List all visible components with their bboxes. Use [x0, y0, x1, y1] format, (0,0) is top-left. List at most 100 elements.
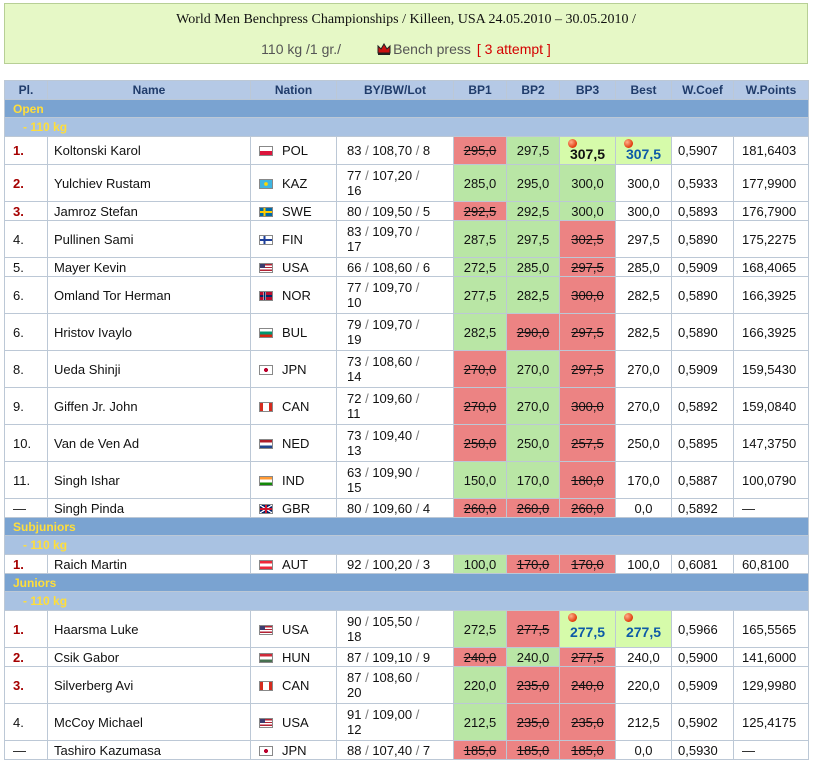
athlete-name[interactable]: Koltonski Karol — [47, 136, 251, 165]
by-bw-lot-cell: 63 / 109,90 / 15 — [336, 461, 454, 499]
nation-code: NOR — [282, 287, 311, 303]
bp2-value: 260,0 — [516, 500, 550, 516]
bp3-value: 185,0 — [571, 742, 604, 758]
results-table: Pl. Name Nation BY/BW/Lot BP1 BP2 BP3 Be… — [4, 80, 809, 760]
best-cell: 282,5 — [615, 276, 672, 314]
athlete-name[interactable]: Singh Ishar — [47, 461, 251, 499]
lot-number: 10 — [347, 295, 362, 310]
separator: / — [361, 465, 373, 480]
athlete-name[interactable]: Jamroz Stefan — [47, 201, 251, 221]
col-wpoints: W.Points — [733, 80, 809, 100]
bp2-value: 235,0 — [516, 714, 550, 730]
section-name: Juniors — [4, 573, 809, 592]
bp2-value: 290,0 — [516, 324, 550, 340]
separator: / — [412, 391, 423, 406]
nation-code: CAN — [282, 398, 310, 414]
nation-code: JPN — [282, 361, 307, 377]
best-cell: 297,5 — [615, 220, 672, 258]
athlete-name[interactable]: Tashiro Kazumasa — [47, 740, 251, 760]
body-weight: 109,60 — [372, 500, 413, 516]
separator: / — [361, 391, 373, 406]
wilks-points: 175,2275 — [733, 220, 809, 258]
athlete-name[interactable]: McCoy Michael — [47, 703, 251, 741]
bp3-value: 297,5 — [571, 259, 604, 275]
athlete-name[interactable]: Ueda Shinji — [47, 350, 251, 388]
wilks-points: 141,6000 — [733, 647, 809, 667]
body-weight: 109,00 — [372, 707, 413, 722]
event-info: 110 kg /1 gr./ Bench press [ 3 attempt ] — [5, 41, 807, 57]
weight-class-header: - 110 kg — [4, 591, 809, 611]
by-bw-lot-cell: 80 / 109,50 / 5 — [336, 201, 454, 221]
section-header: Subjuniors — [4, 517, 809, 536]
attempt-bp3: 235,0 — [559, 703, 616, 741]
athlete-name[interactable]: Mayer Kevin — [47, 257, 251, 277]
separator: / — [412, 259, 423, 275]
bp2-value: 235,0 — [516, 677, 550, 693]
best-cell: 300,0 — [615, 164, 672, 202]
by-bw-lot-cell: 92 / 100,20 / 3 — [336, 554, 454, 574]
athlete-name[interactable]: Raich Martin — [47, 554, 251, 574]
athlete-name[interactable]: Haarsma Luke — [47, 610, 251, 648]
athlete-name[interactable]: Yulchiev Rustam — [47, 164, 251, 202]
athlete-name[interactable]: Silverberg Avi — [47, 666, 251, 704]
wilks-coef: 0,5890 — [671, 313, 734, 351]
attempt-bp1: 212,5 — [453, 703, 507, 741]
wilks-points: 100,0790 — [733, 461, 809, 499]
attempt-bp1: 100,0 — [453, 554, 507, 574]
place-cell: 1. — [4, 610, 48, 648]
separator: / — [412, 500, 423, 516]
bp1-value: 270,0 — [463, 361, 497, 377]
wilks-points: — — [733, 498, 809, 518]
attempt-bp2: 240,0 — [506, 647, 560, 667]
section-name: Subjuniors — [4, 517, 809, 536]
flag-icon — [259, 262, 273, 273]
section-header: Open — [4, 99, 809, 118]
place: 3. — [13, 677, 24, 693]
wilks-points: 129,9980 — [733, 666, 809, 704]
best-value: 240,0 — [627, 649, 660, 665]
athlete-name[interactable]: Giffen Jr. John — [47, 387, 251, 425]
bp1-value: 260,0 — [463, 500, 497, 516]
nation-code: CAN — [282, 677, 310, 693]
place-cell: 3. — [4, 201, 48, 221]
section-header: Juniors — [4, 573, 809, 592]
table-row: — Singh Pinda GBR 80 / 109,60 / 4 260,0 260,0… — [4, 498, 809, 518]
wilks-points: 125,4175 — [733, 703, 809, 741]
wilks-coef: 0,5887 — [671, 461, 734, 499]
attempt-bp3: 240,0 — [559, 666, 616, 704]
athlete-name[interactable]: Csik Gabor — [47, 647, 251, 667]
wilks-coef: 0,5900 — [671, 647, 734, 667]
place: 4. — [13, 714, 24, 730]
attempt-bp1: 270,0 — [453, 387, 507, 425]
by-bw-lot-cell: 79 / 109,70 / 19 — [336, 313, 454, 351]
wilks-coef: 0,5933 — [671, 164, 734, 202]
athlete-name[interactable]: Hristov Ivaylo — [47, 313, 251, 351]
place-cell: 2. — [4, 647, 48, 667]
birth-year: 83 — [347, 224, 362, 239]
table-row: 4. McCoy Michael USA 91 / 109,00 / 12 212,5 2… — [4, 703, 809, 741]
separator: / — [412, 649, 423, 665]
athlete-name[interactable]: Van de Ven Ad — [47, 424, 251, 462]
by-bw-lot-cell: 83 / 109,70 / 17 — [336, 220, 454, 258]
athlete-name[interactable]: Omland Tor Herman — [47, 276, 251, 314]
by-bw-lot-cell: 87 / 108,60 / 20 — [336, 666, 454, 704]
separator: / — [412, 203, 423, 219]
athlete-name[interactable]: Singh Pinda — [47, 498, 251, 518]
attempt-bp2: 285,0 — [506, 257, 560, 277]
body-weight: 108,60 — [372, 670, 413, 685]
nation-cell: POL — [250, 136, 337, 165]
birth-year: 73 — [347, 354, 362, 369]
body-weight: 108,60 — [372, 259, 413, 275]
birth-year: 80 — [347, 203, 362, 219]
place-cell: 2. — [4, 164, 48, 202]
bp3-value: 240,0 — [571, 677, 604, 693]
table-row: 2. Yulchiev Rustam KAZ 77 / 107,20 / 16 285,… — [4, 164, 809, 202]
nation-code: SWE — [282, 203, 312, 219]
bp3-value: 300,0 — [571, 398, 604, 414]
bp3-value: 235,0 — [571, 714, 604, 730]
flag-icon — [259, 438, 273, 449]
separator: / — [412, 224, 423, 239]
athlete-name[interactable]: Pullinen Sami — [47, 220, 251, 258]
bp2-value: 170,0 — [516, 556, 550, 572]
best-value: 0,0 — [634, 500, 653, 516]
